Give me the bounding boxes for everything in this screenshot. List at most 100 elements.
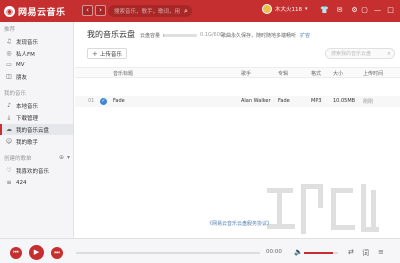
radio-icon: ◎ [6,50,12,57]
maximize-icon[interactable]: □ [386,5,395,16]
mail-icon[interactable]: ✉ [335,5,344,16]
sidebar-item-label: 本地音乐 [16,103,39,110]
service-agreement-link[interactable]: 《网易云音乐云盘服务协议》 [207,220,272,227]
sidebar-item-label: 我喜欢的音乐 [16,168,50,175]
capacity-fill [163,34,164,37]
sidebar-item-label: 下载管理 [16,115,39,122]
sidebar-item-friends[interactable]: ◫ 朋友 [0,71,73,82]
netease-logo-icon: ◉ [4,5,15,17]
cloud-notice-text: 歌曲永久保存，随时随地多端畅听 [221,33,297,39]
volume-fill [304,252,333,254]
column-header-uploaded[interactable]: 上传时间 [363,70,383,77]
sidebar-item-label: 424 [16,179,27,186]
row-artist[interactable]: Alan Walker [241,98,271,104]
add-playlist-icon[interactable]: ⊕ [59,154,64,162]
shuffle-icon[interactable]: ⇄ [348,248,354,256]
column-header-artist[interactable]: 歌手 [241,70,251,77]
mini-mode-icon[interactable]: ▢ [360,5,369,16]
previous-track-icon[interactable]: ⏮ [10,247,22,259]
column-header-size[interactable]: 大小 [333,70,343,77]
playlist-icon: ≡ [6,179,12,186]
sidebar-item-fm[interactable]: ◎ 私人FM [0,48,73,59]
sidebar-item-local-music[interactable]: ♪ 本地音乐 [0,100,73,111]
sidebar-item-label: 我的歌手 [16,139,39,146]
table-row[interactable]: 01 ✓ Fade Alan Walker Fade MP3 10.05MB 刚… [75,96,400,107]
heart-icon: ♡ [6,167,12,174]
global-search-box[interactable]: 搜索音乐，歌手，歌词，用户 ⌕ [108,5,192,17]
music-note-icon: ♫ [6,38,12,45]
search-icon[interactable]: ⌕ [384,50,394,58]
column-header-title[interactable]: 音乐标题 [113,70,133,77]
row-size: 10.05MB [333,98,356,104]
sidebar-section-my-music: 我的音乐 [4,91,27,97]
search-icon[interactable]: ⌕ [180,5,192,17]
next-track-icon[interactable]: ⏭ [51,247,63,259]
check-circle-icon: ✓ [100,98,107,105]
sidebar-item-liked-music[interactable]: ♡ 我喜欢的音乐 [0,165,73,176]
row-format: MP3 [311,98,322,104]
download-icon: ⤓ [7,113,11,121]
sidebar-item-discover[interactable]: ♫ 发现音乐 [0,36,73,47]
app-name: 网易云音乐 [18,7,66,18]
cloud-search-input[interactable]: 搜索我的音乐云盘 [331,50,384,57]
column-header-album[interactable]: 专辑 [278,70,288,77]
table-header: 音乐标题 歌手 专辑 格式 大小 上传时间 [75,67,400,78]
upload-music-button[interactable]: + 上传音乐 [87,48,127,59]
player-bar: ⏮ ▶ ⏭ 00:00 🔈 ⇄ 词 ≡ [0,238,400,263]
sidebar-item-label: 我的音乐云盘 [16,127,50,134]
playback-time: 00:00 [266,249,282,255]
singer-icon: ☺ [5,138,13,145]
local-music-icon: ♪ [7,102,11,109]
user-menu[interactable]: 木大火118 ▾ [262,4,308,14]
forward-arrow-icon[interactable]: › [95,5,106,16]
title-bar: ◉ 网易云音乐 ‹ › 搜索音乐，歌手，歌词，用户 ⌕ 木大火118 ▾ 👕 ✉… [0,0,400,22]
page-title: 我的音乐云盘 [87,30,135,39]
skin-icon[interactable]: 👕 [320,5,329,16]
cloud-search-box[interactable]: 搜索我的音乐云盘 ⌕ [325,48,395,59]
sidebar-item-label: MV [16,61,25,68]
playlist-section-title[interactable]: 创建的歌单 [4,154,32,162]
sidebar-item-mv[interactable]: ▭ MV [0,59,73,70]
minimize-icon[interactable]: — [373,5,382,16]
sidebar-item-playlist-424[interactable]: ≡ 424 [0,177,73,188]
sidebar-item-label: 发现音乐 [16,39,39,46]
cloud-icon: ☁ [6,126,12,133]
lyrics-icon[interactable]: 词 [362,248,369,258]
volume-icon[interactable]: 🔈 [294,248,303,256]
window-controls: ▢ — □ ✕ [360,5,400,16]
row-album[interactable]: Fade [278,98,290,104]
expand-capacity-link[interactable]: 扩容 [300,33,310,39]
volume-slider[interactable] [304,252,338,254]
plus-icon: + [92,49,98,58]
playlist-queue-icon[interactable]: ≡ [378,248,384,256]
row-uploaded: 刚刚 [363,99,374,105]
sidebar-item-label: 私人FM [16,51,35,58]
chevron-down-icon[interactable]: ▾ [67,154,70,162]
app-logo[interactable]: ◉ 网易云音乐 [4,4,66,18]
play-icon[interactable]: ▶ [29,245,44,260]
sidebar: 推荐 ♫ 发现音乐 ◎ 私人FM ▭ MV ◫ 朋友 我的音乐 ♪ 本地音乐 ⤓… [0,22,74,238]
capacity-bar [163,34,197,37]
cloud-notice: 歌曲永久保存，随时随地多端畅听 扩容 [221,32,310,39]
sidebar-item-my-singers[interactable]: ☺ 我的歌手 [0,136,73,147]
playlist-section-header: 创建的歌单 ⊕ ▾ [4,154,70,162]
chevron-down-icon[interactable]: ▾ [305,6,308,12]
video-icon: ▭ [6,61,12,68]
row-index: 01 [88,98,95,104]
sidebar-item-downloads[interactable]: ⤓ 下载管理 [0,112,73,123]
back-arrow-icon[interactable]: ‹ [82,5,93,16]
username[interactable]: 木大火118 [275,5,302,13]
row-title[interactable]: Fade [113,98,125,104]
playback-progress-bar[interactable] [76,252,260,254]
sidebar-section-recommend: 推荐 [4,27,16,33]
upload-music-label: 上传音乐 [99,51,122,58]
capacity-label: 云盘容量 [140,33,161,39]
gear-icon[interactable]: ⚙ [350,5,359,16]
global-search-input[interactable]: 搜索音乐，歌手，歌词，用户 [114,7,180,15]
history-nav: ‹ › [82,5,106,16]
column-header-format[interactable]: 格式 [311,70,321,77]
sidebar-item-cloud-disk[interactable]: ☁ 我的音乐云盘 [0,124,73,135]
header-tools: 👕 ✉ ⚙ [320,5,359,16]
avatar[interactable] [262,4,272,14]
watermark-logo [267,184,379,234]
